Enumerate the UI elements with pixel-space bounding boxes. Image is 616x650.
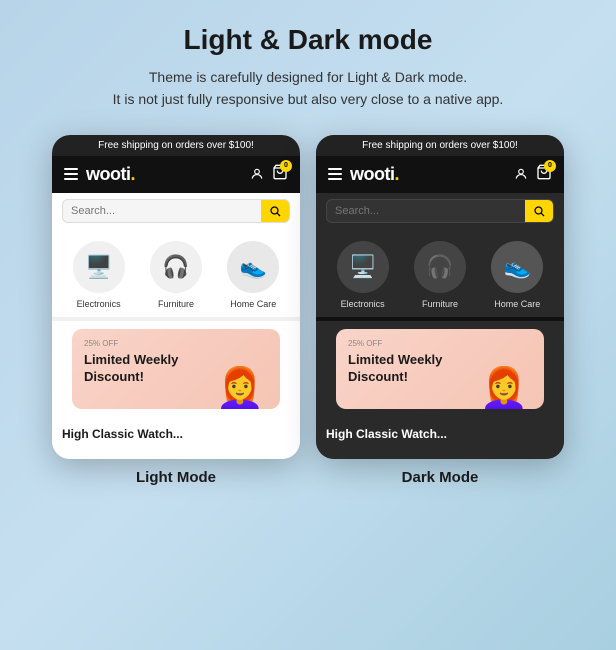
dark-nav-right: 0: [514, 164, 552, 185]
light-product-section: High Classic Watch...: [52, 417, 300, 459]
user-icon: [250, 167, 264, 181]
light-promo-title: Limited Weekly Discount!: [84, 352, 188, 386]
phones-container: Free shipping on orders over $100! wooti…: [52, 135, 564, 486]
light-nav-right: 0: [250, 164, 288, 185]
dark-search-icon: [533, 205, 545, 217]
dark-homecare-circle: 👟: [491, 241, 543, 293]
dark-cart-badge: 0: [544, 160, 556, 172]
light-mode-label: Light Mode: [136, 469, 216, 486]
dark-promo-image: 👩‍🦰: [464, 329, 544, 409]
light-brand: wooti.: [86, 164, 135, 185]
homecare-label: Home Care: [230, 299, 276, 309]
dark-promo-title: Limited Weekly Discount!: [348, 352, 452, 386]
light-promo-text: 25% OFF Limited Weekly Discount!: [72, 329, 200, 409]
page-subtitle: Theme is carefully designed for Light & …: [113, 66, 504, 111]
light-promo-banner[interactable]: 25% OFF Limited Weekly Discount! 👩‍🦰: [72, 329, 280, 409]
light-search-input[interactable]: [63, 200, 261, 222]
electronics-circle: 🖥️: [73, 241, 125, 293]
dark-homecare-label: Home Care: [494, 299, 540, 309]
page-title: Light & Dark mode: [184, 24, 433, 56]
dark-mode-label: Dark Mode: [402, 469, 479, 486]
light-nav-left: wooti.: [64, 164, 135, 185]
dark-brand: wooti.: [350, 164, 399, 185]
dark-user-icon: [514, 167, 528, 181]
light-navbar: wooti. 0: [52, 156, 300, 193]
dark-hamburger-icon[interactable]: [328, 168, 342, 180]
dark-electronics-circle: 🖥️: [337, 241, 389, 293]
dark-category-furniture[interactable]: 🎧 Furniture: [414, 241, 466, 309]
light-mode-wrapper: Free shipping on orders over $100! wooti…: [52, 135, 300, 486]
dark-banner: Free shipping on orders over $100!: [316, 135, 564, 156]
dark-promo-text: 25% OFF Limited Weekly Discount!: [336, 329, 464, 409]
homecare-circle: 👟: [227, 241, 279, 293]
search-icon: [269, 205, 281, 217]
light-category-electronics[interactable]: 🖥️ Electronics: [73, 241, 125, 309]
dark-product-section: High Classic Watch...: [316, 417, 564, 459]
light-category-furniture[interactable]: 🎧 Furniture: [150, 241, 202, 309]
light-promo-discount: 25% OFF: [84, 339, 188, 348]
cart-badge-light: 0: [280, 160, 292, 172]
light-search-bar: [52, 193, 300, 229]
light-product-title: High Classic Watch...: [62, 427, 290, 441]
cart-wrapper[interactable]: 0: [272, 164, 288, 185]
dark-mode-phone: Free shipping on orders over $100! wooti…: [316, 135, 564, 459]
light-promo-image: 👩‍🦰: [200, 329, 280, 409]
dark-promo-banner[interactable]: 25% OFF Limited Weekly Discount! 👩‍🦰: [336, 329, 544, 409]
light-categories: 🖥️ Electronics 🎧 Furniture 👟 Home Care: [52, 229, 300, 317]
light-mode-phone: Free shipping on orders over $100! wooti…: [52, 135, 300, 459]
light-search-button[interactable]: [261, 200, 289, 222]
light-promo-section: 25% OFF Limited Weekly Discount! 👩‍🦰: [52, 321, 300, 417]
electronics-label: Electronics: [77, 299, 121, 309]
dark-furniture-label: Furniture: [422, 299, 458, 309]
dark-search-wrapper[interactable]: [326, 199, 554, 223]
dark-electronics-label: Electronics: [341, 299, 385, 309]
dark-promo-discount: 25% OFF: [348, 339, 452, 348]
light-category-homecare[interactable]: 👟 Home Care: [227, 241, 279, 309]
dark-search-input[interactable]: [327, 200, 525, 222]
dark-navbar: wooti. 0: [316, 156, 564, 193]
dark-categories: 🖥️ Electronics 🎧 Furniture 👟 Home Care: [316, 229, 564, 317]
dark-category-electronics[interactable]: 🖥️ Electronics: [337, 241, 389, 309]
light-search-wrapper[interactable]: [62, 199, 290, 223]
dark-furniture-circle: 🎧: [414, 241, 466, 293]
dark-category-homecare[interactable]: 👟 Home Care: [491, 241, 543, 309]
dark-search-bar: [316, 193, 564, 229]
furniture-circle: 🎧: [150, 241, 202, 293]
dark-search-button[interactable]: [525, 200, 553, 222]
dark-promo-section: 25% OFF Limited Weekly Discount! 👩‍🦰: [316, 321, 564, 417]
dark-product-title: High Classic Watch...: [326, 427, 554, 441]
dark-nav-left: wooti.: [328, 164, 399, 185]
dark-mode-wrapper: Free shipping on orders over $100! wooti…: [316, 135, 564, 486]
hamburger-icon[interactable]: [64, 168, 78, 180]
light-banner: Free shipping on orders over $100!: [52, 135, 300, 156]
dark-cart-wrapper[interactable]: 0: [536, 164, 552, 185]
furniture-label: Furniture: [158, 299, 194, 309]
